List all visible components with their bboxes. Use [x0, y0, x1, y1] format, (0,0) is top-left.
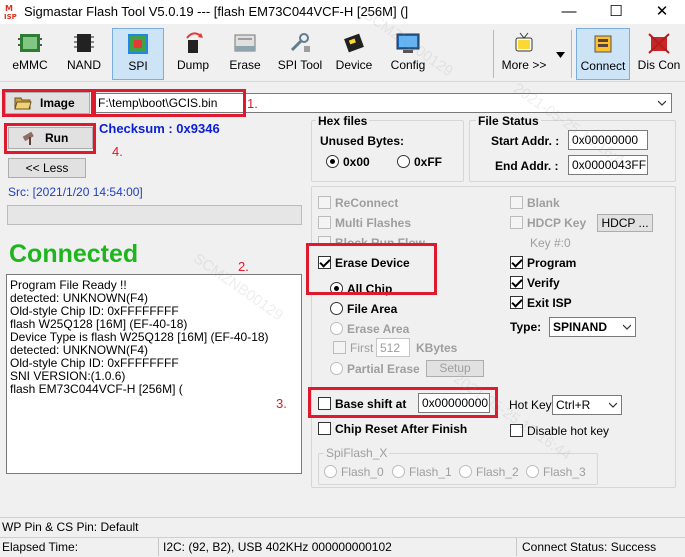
nand-chip-icon: [74, 34, 94, 52]
key-index-label: Key #:0: [530, 236, 571, 250]
svg-text:M: M: [5, 4, 13, 13]
annotation-box-path: [94, 89, 246, 117]
erase-area-radio[interactable]: Erase Area: [330, 322, 409, 336]
disconnect-icon: [648, 33, 670, 54]
emmc-button[interactable]: eMMC: [6, 28, 54, 80]
more-dropdown-arrow-icon[interactable]: [556, 52, 565, 58]
flash-1-radio[interactable]: Flash_1: [392, 465, 452, 479]
start-addr-field[interactable]: 0x00000000: [568, 130, 648, 150]
flash-0-radio[interactable]: Flash_0: [324, 465, 384, 479]
status-divider: [158, 538, 159, 556]
hot-key-select[interactable]: Ctrl+R: [552, 395, 622, 415]
verify-checkbox[interactable]: Verify: [510, 276, 560, 290]
program-checkbox[interactable]: Program: [510, 256, 576, 270]
checksum-label: Checksum : 0x9346: [99, 121, 220, 136]
radio-0x00[interactable]: 0x00: [326, 155, 370, 169]
dump-button[interactable]: Dump: [170, 28, 216, 80]
end-addr-label: End Addr. :: [495, 159, 559, 173]
dump-icon: [186, 32, 203, 53]
log-panel[interactable]: Program File Ready !! detected: UNKNOWN(…: [6, 274, 302, 474]
disable-hot-key-checkbox[interactable]: Disable hot key: [510, 424, 609, 438]
annotation-3: 3.: [276, 396, 287, 411]
connected-status: Connected: [9, 240, 139, 268]
app-logo-icon: M ISP: [4, 3, 20, 20]
spiflash-title: SpiFlash_X: [324, 446, 390, 460]
config-button[interactable]: Config: [384, 28, 432, 80]
chevron-down-icon: [609, 402, 617, 408]
flash-3-radio[interactable]: Flash_3: [526, 465, 586, 479]
reconnect-checkbox[interactable]: ReConnect: [318, 196, 398, 210]
status-bar-pins: WP Pin & CS Pin: Default: [0, 517, 685, 536]
kbytes-label: KBytes: [416, 341, 458, 355]
connect-button[interactable]: Connect: [576, 28, 630, 80]
more-button[interactable]: More >>: [498, 28, 550, 80]
close-button[interactable]: ✕: [639, 0, 685, 24]
hot-key-label: Hot Key: [509, 398, 552, 412]
radio-control: [326, 155, 339, 168]
status-bar: Elapsed Time: I2C: (92, B2), USB 402KHz …: [0, 537, 685, 556]
src-timestamp: Src: [2021/1/20 14:54:00]: [8, 185, 143, 199]
chip-icon: [18, 34, 42, 52]
annotation-4: 4.: [112, 144, 123, 159]
file-status-title: File Status: [476, 114, 541, 128]
svg-text:ISP: ISP: [4, 13, 17, 20]
less-button[interactable]: << Less: [8, 158, 86, 178]
annotation-1: 1.: [247, 96, 258, 111]
first-checkbox[interactable]: First: [333, 341, 373, 355]
maximize-button[interactable]: ☐: [593, 0, 639, 24]
first-kbytes-field[interactable]: 512: [376, 338, 410, 357]
eraser-icon: [234, 34, 256, 52]
start-addr-label: Start Addr. :: [491, 134, 560, 148]
disconnect-button[interactable]: Dis Con: [634, 28, 684, 80]
file-area-radio[interactable]: File Area: [330, 302, 397, 316]
annotation-box-base-shift: [308, 387, 498, 418]
hdcp-key-checkbox[interactable]: HDCP Key: [510, 216, 586, 230]
connect-plug-icon: [594, 35, 612, 53]
device-button[interactable]: Device: [330, 28, 378, 80]
partial-erase-radio[interactable]: Partial Erase: [330, 362, 420, 376]
annotation-box-run: [4, 123, 96, 154]
log-line: flash EM73C044VCF-H [256M] (: [10, 382, 183, 396]
spi-tool-button[interactable]: SPI Tool: [274, 28, 326, 80]
annotation-2: 2.: [238, 259, 249, 274]
multi-flashes-checkbox[interactable]: Multi Flashes: [318, 216, 411, 230]
hex-files-title: Hex files: [316, 114, 370, 128]
type-select[interactable]: SPINAND: [549, 317, 636, 337]
setup-button[interactable]: Setup: [426, 360, 484, 377]
progress-bar: [7, 205, 302, 225]
annotation-box-erase: [306, 243, 437, 295]
tv-icon: [515, 32, 533, 52]
end-addr-field[interactable]: 0x0000043FF: [568, 155, 648, 175]
minimize-button[interactable]: —: [546, 0, 592, 24]
spi-button[interactable]: SPI: [112, 28, 164, 80]
chevron-down-icon: [623, 324, 631, 330]
window-title: Sigmastar Flash Tool V5.0.19 --- [flash …: [24, 4, 409, 19]
unused-bytes-label: Unused Bytes:: [320, 134, 405, 148]
chevron-down-icon: [658, 100, 666, 106]
radio-control: [397, 155, 410, 168]
wrench-icon: [290, 33, 310, 52]
annotation-box-image: [2, 89, 94, 117]
monitor-icon: [396, 33, 420, 53]
flash-2-radio[interactable]: Flash_2: [459, 465, 519, 479]
erase-button[interactable]: Erase: [222, 28, 268, 80]
nand-button[interactable]: NAND: [60, 28, 108, 80]
hdcp-button[interactable]: HDCP ...: [597, 214, 653, 232]
spi-board-icon: [128, 34, 148, 54]
device-chip-icon: [344, 33, 364, 53]
toolbar-separator: [493, 30, 494, 78]
blank-checkbox[interactable]: Blank: [510, 196, 560, 210]
toolbar-separator: [571, 30, 572, 78]
radio-0xff[interactable]: 0xFF: [397, 155, 442, 169]
chip-reset-checkbox[interactable]: Chip Reset After Finish: [318, 422, 467, 436]
type-label: Type:: [510, 320, 542, 334]
exit-isp-checkbox[interactable]: Exit ISP: [510, 296, 572, 310]
status-divider: [516, 538, 517, 556]
hex-files-group: [311, 120, 464, 182]
